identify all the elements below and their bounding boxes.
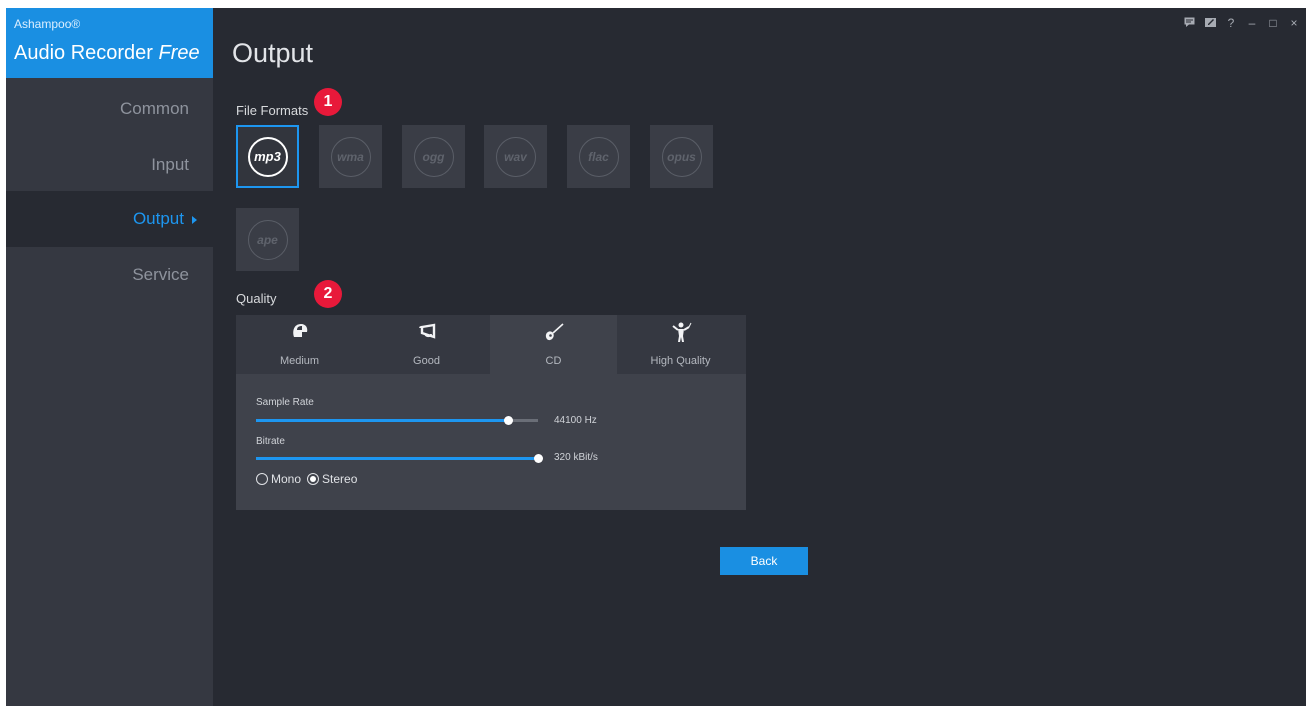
product-edition: Free: [158, 42, 200, 64]
product-name: Audio Recorder: [14, 42, 153, 64]
annotation-badge-2: 2: [314, 280, 342, 308]
mono-radio[interactable]: [256, 473, 268, 485]
quality-tabs: Medium Good CD High Quality: [236, 315, 746, 374]
active-arrow-icon: [192, 215, 197, 224]
format-flac-button[interactable]: flac: [567, 125, 630, 188]
tab-cd[interactable]: CD: [490, 315, 617, 374]
brand-company: Ashampoo®: [14, 17, 81, 31]
tab-label: High Quality: [650, 355, 711, 367]
sample-rate-value: 44100 Hz: [554, 415, 597, 426]
sidebar-item-label: Output: [132, 209, 184, 228]
quality-settings-panel: Sample Rate 44100 Hz Bitrate 320 kBit/s …: [236, 374, 746, 510]
sidebar-item-label: Input: [151, 155, 189, 174]
help-icon[interactable]: ?: [1225, 16, 1237, 30]
bitrate-value: 320 kBit/s: [554, 452, 598, 463]
page-title: Output: [232, 38, 314, 68]
tab-medium[interactable]: Medium: [236, 315, 363, 374]
sidebar-item-service[interactable]: Service: [6, 247, 213, 303]
format-ape-button[interactable]: ape: [236, 208, 299, 271]
annotation-badge-1: 1: [314, 88, 342, 116]
bitrate-thumb[interactable]: [534, 454, 543, 463]
format-mp3-button[interactable]: mp3: [236, 125, 299, 188]
sample-rate-fill: [256, 419, 509, 422]
maximize-icon[interactable]: □: [1267, 16, 1279, 30]
tab-label: CD: [545, 355, 562, 367]
sidebar-item-label: Common: [120, 99, 189, 118]
sidebar: Ashampoo® Audio Recorder Free Common Inp…: [6, 8, 213, 706]
mono-label: Mono: [271, 472, 302, 486]
format-mp3-icon: mp3: [247, 136, 288, 177]
tab-label: Medium: [279, 355, 320, 367]
close-icon[interactable]: ×: [1288, 16, 1300, 30]
tab-high-quality[interactable]: High Quality: [617, 315, 744, 374]
format-ogg-icon: ogg: [413, 136, 454, 177]
quality-label: Quality: [236, 291, 277, 306]
format-wma-icon: wma: [330, 136, 371, 177]
app-window: Ashampoo® Audio Recorder Free Common Inp…: [6, 8, 1306, 706]
bitrate-fill: [256, 457, 538, 460]
tab-label: Good: [413, 355, 440, 367]
sidebar-item-label: Service: [132, 265, 189, 284]
bitrate-label: Bitrate: [256, 436, 285, 447]
file-formats-label: File Formats: [236, 103, 309, 118]
format-opus-button[interactable]: opus: [650, 125, 713, 188]
channel-options: Mono Stereo: [256, 472, 363, 486]
format-wma-button[interactable]: wma: [319, 125, 382, 188]
bitrate-slider[interactable]: [256, 454, 543, 463]
stereo-radio[interactable]: [307, 473, 320, 485]
back-button[interactable]: Back: [720, 547, 808, 575]
sample-rate-label: Sample Rate: [256, 397, 314, 408]
sidebar-item-output[interactable]: Output: [6, 191, 213, 247]
feedback-icon[interactable]: [1183, 16, 1195, 30]
edit-icon[interactable]: [1204, 16, 1216, 30]
format-ogg-button[interactable]: ogg: [402, 125, 465, 188]
brand-product: Audio Recorder Free: [14, 42, 200, 65]
sidebar-item-input[interactable]: Input: [6, 137, 213, 193]
sidebar-item-common[interactable]: Common: [6, 81, 213, 137]
format-ape-icon: ape: [247, 219, 288, 260]
format-opus-icon: opus: [661, 136, 702, 177]
tab-good[interactable]: Good: [363, 315, 490, 374]
stereo-label: Stereo: [322, 472, 358, 486]
conductor-icon: [617, 321, 744, 345]
format-wav-button[interactable]: wav: [484, 125, 547, 188]
format-flac-icon: flac: [578, 136, 619, 177]
sample-rate-slider[interactable]: [256, 416, 538, 425]
brand-header: Ashampoo® Audio Recorder Free: [6, 8, 213, 78]
guitar-icon: [490, 321, 617, 345]
format-wav-icon: wav: [495, 136, 536, 177]
minimize-icon[interactable]: –: [1246, 16, 1258, 30]
horn-icon: [363, 321, 490, 345]
sample-rate-thumb[interactable]: [504, 416, 514, 425]
window-controls: ? – □ ×: [1183, 16, 1300, 30]
helmet-icon: [236, 321, 363, 345]
